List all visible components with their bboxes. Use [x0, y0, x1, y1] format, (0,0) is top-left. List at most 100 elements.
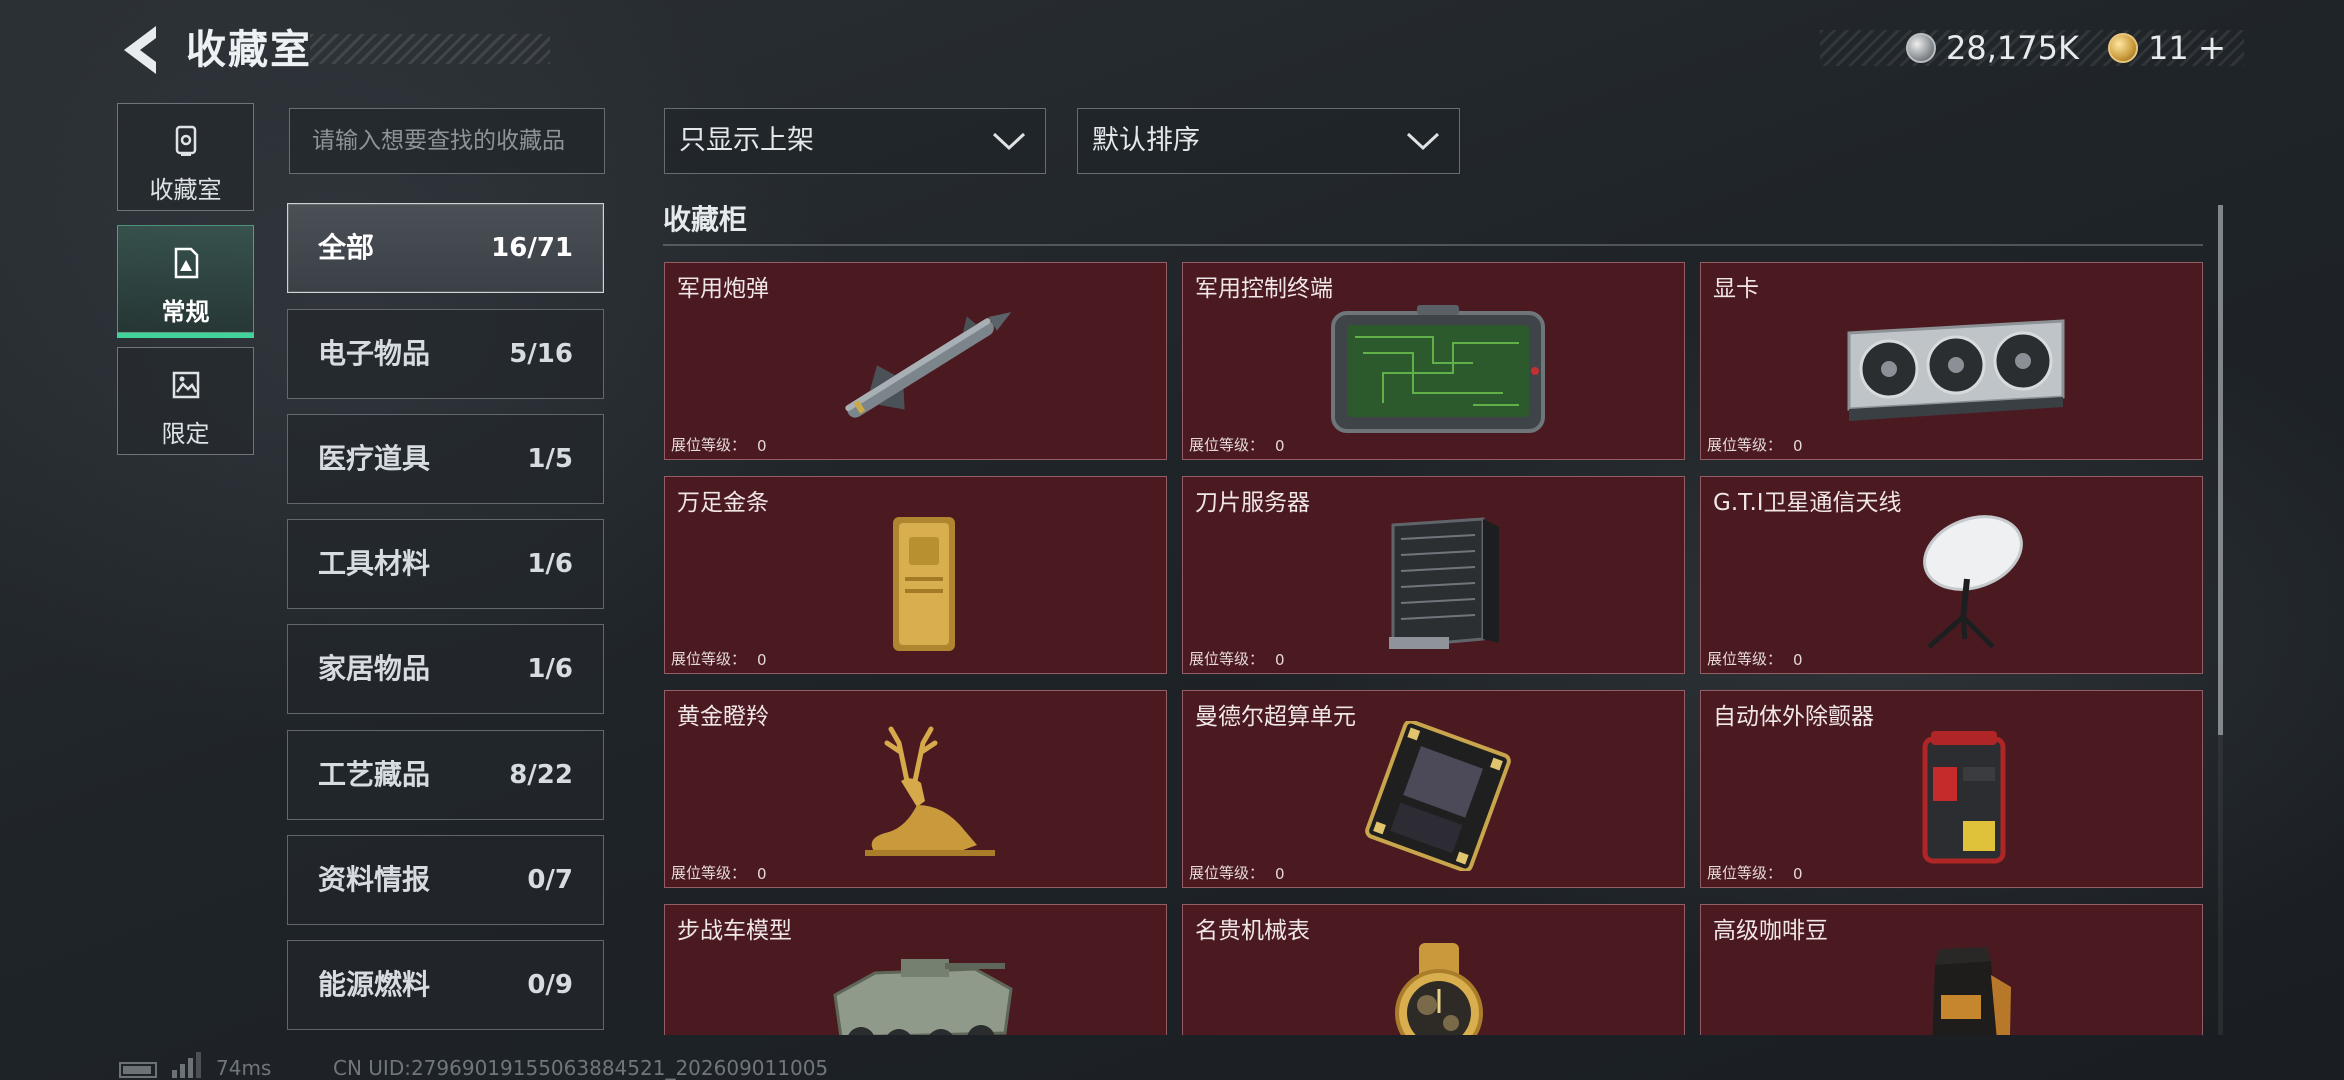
- level-value: 0: [757, 437, 767, 455]
- sort-dropdown[interactable]: 默认排序: [1077, 108, 1460, 174]
- category-count: 0/7: [527, 865, 573, 895]
- chevron-down-icon: [992, 132, 1026, 151]
- user-uid: CN UID:27969019155063884521_202609011005: [333, 1056, 829, 1080]
- level-value: 0: [1275, 651, 1285, 669]
- gold-token-icon: [2108, 33, 2138, 63]
- page-title: 收藏室: [186, 27, 312, 73]
- level-label: 展位等级：: [671, 864, 747, 882]
- signal-icon: [172, 1052, 201, 1078]
- level-label: 展位等级：: [1707, 650, 1783, 668]
- display-filter-value: 只显示上架: [679, 125, 814, 156]
- level-label: 展位等级：: [1707, 436, 1783, 454]
- collection-card[interactable]: G.T.I卫星通信天线 展位等级： 0: [1700, 476, 2203, 674]
- item-name: 步战车模型: [677, 918, 792, 944]
- category-electronics[interactable]: 电子物品 5/16: [287, 309, 604, 399]
- back-arrow-icon: [124, 26, 156, 74]
- token-balance: 11: [2148, 29, 2189, 67]
- chevron-down-icon: [1406, 132, 1440, 151]
- search-box: [289, 108, 605, 174]
- level-value: 0: [1275, 437, 1285, 455]
- ping-readout: 74ms: [216, 1056, 272, 1080]
- category-count: 16/71: [491, 233, 573, 263]
- category-name: 家居物品: [318, 652, 431, 685]
- ifv-model-icon: [833, 959, 1013, 1035]
- category-name: 全部: [318, 231, 375, 264]
- item-name: 刀片服务器: [1195, 490, 1310, 516]
- item-name: 黄金瞪羚: [677, 704, 769, 730]
- add-currency-button[interactable]: +: [2192, 28, 2232, 68]
- back-button[interactable]: [116, 22, 162, 78]
- collection-card[interactable]: 黄金瞪羚 展位等级： 0: [664, 690, 1167, 888]
- regular-exhibit-icon: [174, 247, 198, 279]
- level-label: 展位等级：: [1707, 864, 1783, 882]
- level-label: 展位等级：: [671, 650, 747, 668]
- level-value: 0: [1793, 651, 1803, 669]
- collection-card[interactable]: 军用控制终端 展位等级： 0: [1182, 262, 1685, 460]
- item-name: 名贵机械表: [1195, 918, 1310, 944]
- mechanical-watch-icon: [1395, 943, 1483, 1035]
- category-count: 0/9: [527, 970, 573, 1000]
- collection-card[interactable]: 万足金条 展位等级： 0: [664, 476, 1167, 674]
- level-value: 0: [1275, 865, 1285, 883]
- search-input[interactable]: [290, 109, 604, 173]
- tab-limited[interactable]: 限定: [117, 347, 254, 455]
- level-value: 0: [1793, 437, 1803, 455]
- tab-label: 常规: [161, 298, 210, 326]
- category-name: 工艺藏品: [318, 758, 431, 791]
- cpu-chip-icon: [1365, 721, 1511, 871]
- golden-gazelle-icon: [865, 726, 995, 856]
- tab-collection-room[interactable]: 收藏室: [117, 103, 254, 211]
- level-value: 0: [1793, 865, 1803, 883]
- category-intel[interactable]: 资料情报 0/7: [287, 835, 604, 925]
- category-count: 1/6: [527, 654, 573, 684]
- category-all[interactable]: 全部 16/71: [287, 203, 604, 293]
- section-divider: [663, 244, 2203, 246]
- item-name: 高级咖啡豆: [1713, 918, 1828, 944]
- collection-grid: 军用炮弹 展位等级： 0 军用控制终端 展位等级： 0 显卡 展位等级： 0 万…: [663, 260, 2203, 1035]
- item-name: 军用控制终端: [1195, 276, 1333, 302]
- sort-value: 默认排序: [1092, 125, 1200, 156]
- category-count: 8/22: [509, 760, 573, 790]
- collection-card[interactable]: 自动体外除颤器 展位等级： 0: [1700, 690, 2203, 888]
- graphics-card-icon: [1847, 319, 2065, 421]
- scrollbar-thumb[interactable]: [2218, 205, 2223, 735]
- control-terminal-icon: [1331, 305, 1545, 433]
- blade-server-icon: [1389, 517, 1499, 649]
- category-household[interactable]: 家居物品 1/6: [287, 624, 604, 714]
- title-decoration: [310, 34, 550, 64]
- category-count: 5/16: [509, 339, 573, 369]
- item-name: 显卡: [1713, 276, 1759, 302]
- limited-exhibit-icon: [172, 371, 199, 399]
- collection-card[interactable]: 名贵机械表 展位等级：: [1182, 904, 1685, 1035]
- collection-card[interactable]: 步战车模型 展位等级：: [664, 904, 1167, 1035]
- coffee-bag-icon: [1932, 947, 2011, 1035]
- section-title: 收藏柜: [663, 203, 748, 236]
- battery-icon: [119, 1062, 157, 1078]
- item-name: 军用炮弹: [677, 276, 769, 302]
- category-tools[interactable]: 工具材料 1/6: [287, 519, 604, 609]
- category-energy[interactable]: 能源燃料 0/9: [287, 940, 604, 1030]
- missile-icon: [845, 312, 1012, 418]
- level-label: 展位等级：: [1189, 436, 1265, 454]
- category-name: 电子物品: [318, 337, 431, 370]
- silver-coin-icon: [1906, 33, 1936, 63]
- category-medical[interactable]: 医疗道具 1/5: [287, 414, 604, 504]
- collection-card[interactable]: 曼德尔超算单元 展位等级： 0: [1182, 690, 1685, 888]
- level-label: 展位等级：: [1189, 650, 1265, 668]
- collection-card[interactable]: 显卡 展位等级： 0: [1700, 262, 2203, 460]
- collection-card[interactable]: 刀片服务器 展位等级： 0: [1182, 476, 1685, 674]
- collection-card[interactable]: 高级咖啡豆 展位等级：: [1700, 904, 2203, 1035]
- display-filter-dropdown[interactable]: 只显示上架: [664, 108, 1046, 174]
- category-name: 资料情报: [318, 863, 431, 896]
- coin-balance: 28,175K: [1946, 29, 2079, 67]
- tab-label: 限定: [161, 420, 210, 448]
- level-label: 展位等级：: [671, 436, 747, 454]
- category-name: 医疗道具: [318, 442, 431, 475]
- category-name: 工具材料: [318, 547, 431, 580]
- level-value: 0: [757, 865, 767, 883]
- satellite-dish-icon: [1923, 515, 2023, 649]
- category-crafts[interactable]: 工艺藏品 8/22: [287, 730, 604, 820]
- level-label: 展位等级：: [1189, 864, 1265, 882]
- tab-regular[interactable]: 常规: [117, 225, 254, 338]
- collection-card[interactable]: 军用炮弹 展位等级： 0: [664, 262, 1167, 460]
